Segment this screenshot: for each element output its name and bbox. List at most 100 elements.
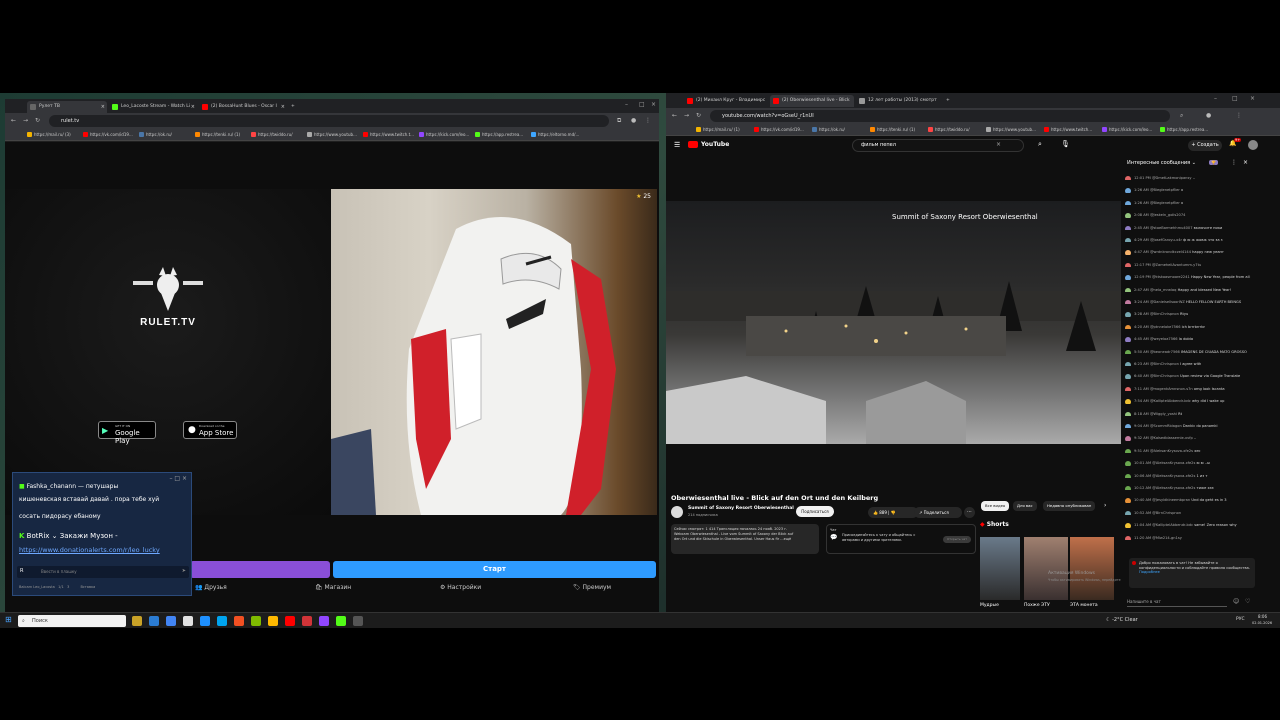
bookmark-item[interactable]: https://tenki.ru/ (1) <box>195 131 240 139</box>
reload-icon[interactable]: ↻ <box>35 115 40 127</box>
send-icon[interactable]: ➤ <box>182 568 186 574</box>
hamburger-icon[interactable]: ☰ <box>674 141 680 149</box>
search-icon[interactable]: ⌕ <box>1038 140 1042 149</box>
bookmark-item[interactable]: https://vk.com/id19... <box>83 131 133 139</box>
minimize-icon[interactable]: – <box>1214 95 1217 102</box>
short-thumb-2[interactable] <box>1024 537 1068 600</box>
bookmark-item[interactable]: https://ok.ru/ <box>812 126 845 134</box>
bookmark-item[interactable]: https://mail.ru/ (1) <box>696 126 740 134</box>
chip-for-you[interactable]: Для вас <box>1013 501 1037 511</box>
popup-window-controls[interactable]: – □ × <box>169 475 187 482</box>
subscribe-button[interactable]: Подписаться <box>796 506 834 517</box>
new-tab-button[interactable]: + <box>944 95 954 107</box>
reload-icon[interactable]: ↻ <box>696 110 701 122</box>
bookmark-item[interactable]: https://www.twitch... <box>1044 126 1092 134</box>
more-vert-icon[interactable]: ⋮ <box>1231 159 1237 166</box>
url-input[interactable]: rulet.tv <box>49 115 609 127</box>
menu-icon[interactable]: ⋮ <box>1236 110 1242 122</box>
message-input[interactable] <box>190 561 330 578</box>
nav-settings[interactable]: ⚙ Настройки <box>440 584 481 591</box>
chat-input[interactable]: Напишите в чат <box>1127 596 1227 607</box>
bookmark-item[interactable]: https://www.youtub... <box>986 126 1036 134</box>
left-tab-1[interactable]: Рулет ТВ × <box>27 101 107 113</box>
back-icon[interactable]: ← <box>672 110 677 122</box>
close-icon[interactable]: × <box>191 101 195 113</box>
forward-icon[interactable]: → <box>23 115 28 127</box>
taskbar-app-icon[interactable] <box>268 616 278 626</box>
bookmark-item[interactable]: https://app.restrea... <box>475 131 523 139</box>
short-title-2[interactable]: Похже ЭТУ <box>1024 603 1050 608</box>
chevron-right-icon[interactable]: › <box>1104 502 1106 509</box>
left-tab-3[interactable]: (2) BossaHunt Blues - Oscar I × <box>199 101 287 113</box>
like-dislike-button[interactable]: 👍 889 | 👎 <box>868 507 918 518</box>
right-tab-2[interactable]: (2) Oberwiesenthal live - Blick <box>770 95 854 107</box>
taskbar-app-icon[interactable] <box>285 616 295 626</box>
more-icon[interactable]: ⋯ <box>964 507 975 518</box>
yt-search-input[interactable]: фильм пепел × <box>852 139 1024 152</box>
webcam-video[interactable]: ★ 25 <box>331 189 657 515</box>
emoji-icon[interactable]: ☺ <box>1233 598 1239 605</box>
right-tab-3[interactable]: 12 лет работы (2013) смотрт <box>856 95 940 107</box>
youtube-video-player[interactable]: Summit of Saxony Resort Oberwiesenthal <box>666 201 1121 444</box>
weather-widget[interactable]: ☾ -2°C Clear <box>1106 617 1138 623</box>
windows-start-icon[interactable]: ⊞ <box>5 615 12 624</box>
taskbar-app-icon[interactable] <box>251 616 261 626</box>
overlay-chat-input[interactable]: R Ввести в плашку ➤ <box>17 566 189 578</box>
youtube-logo-icon[interactable] <box>688 141 698 148</box>
back-icon[interactable]: ← <box>11 115 16 127</box>
short-title-1[interactable]: Мудрые <box>980 603 999 608</box>
google-play-button[interactable]: ▶ GET IT ON Google Play <box>98 421 156 445</box>
open-chat-button[interactable]: Открыть чат <box>942 536 971 543</box>
left-tab-2[interactable]: Leo_Lacostе Stream - Watch Li × <box>109 101 197 113</box>
create-button[interactable]: + Создать <box>1188 140 1222 151</box>
bookmark-item[interactable]: https://tenki.ru/ (1) <box>870 126 915 134</box>
bookmark-item[interactable]: https://mail.ru/ (3) <box>27 131 71 139</box>
channel-avatar[interactable] <box>671 506 683 518</box>
taskbar-app-icon[interactable] <box>353 616 363 626</box>
taskbar-app-icon[interactable] <box>149 616 159 626</box>
start-button[interactable]: Старт <box>333 561 656 578</box>
new-tab-button[interactable]: + <box>289 101 299 113</box>
menu-icon[interactable]: ⋮ <box>645 115 651 127</box>
bookmark-item[interactable]: https://kick.com/leo... <box>419 131 469 139</box>
description-box[interactable]: Сейчас смотрят: 1 414 Трансляция началас… <box>671 524 819 554</box>
maximize-icon[interactable]: □ <box>639 101 645 108</box>
close-icon[interactable]: × <box>281 101 285 113</box>
close-window-icon[interactable]: × <box>651 101 656 108</box>
taskbar-app-icon[interactable] <box>319 616 329 626</box>
minimize-icon[interactable]: – <box>625 101 628 108</box>
close-icon[interactable]: × <box>1243 159 1248 166</box>
bookmark-item[interactable]: https://vk.com/id19... <box>754 126 804 134</box>
taskbar-app-icon[interactable] <box>200 616 210 626</box>
bookmark-item[interactable]: https://ok.ru/ <box>139 131 172 139</box>
extensions-icon[interactable]: ⧉ <box>617 115 621 127</box>
bookmark-item[interactable]: https://twiddo.ru/ <box>251 131 293 139</box>
close-icon[interactable]: × <box>101 101 105 113</box>
bookmark-item[interactable]: https://eltorno.md/... <box>531 131 579 139</box>
taskbar-app-icon[interactable] <box>132 616 142 626</box>
maximize-icon[interactable]: □ <box>1232 95 1238 102</box>
taskbar-app-icon[interactable] <box>166 616 176 626</box>
short-thumb-3[interactable] <box>1070 537 1114 600</box>
bookmark-item[interactable]: https://twiddo.ru/ <box>928 126 970 134</box>
nav-friends[interactable]: 👥 Друзья <box>195 584 227 591</box>
taskbar-app-icon[interactable] <box>217 616 227 626</box>
bookmark-item[interactable]: https://kick.com/leo... <box>1102 126 1152 134</box>
right-tab-1[interactable]: (2) Михаил Круг - Владимирс <box>684 95 768 107</box>
bookmark-item[interactable]: https://www.twitch.t... <box>363 131 414 139</box>
donation-link[interactable]: https://www.donationalerts.com/r/leo_luc… <box>19 546 160 554</box>
profile-icon[interactable]: ● <box>631 115 636 127</box>
language-indicator[interactable]: РУС <box>1236 617 1245 622</box>
profile-icon[interactable]: ● <box>1206 110 1211 122</box>
avatar[interactable] <box>1248 140 1258 150</box>
app-store-button[interactable]: ● Download on the App Store <box>183 421 237 439</box>
bookmark-item[interactable]: https://www.youtub... <box>307 131 357 139</box>
taskbar-app-icon[interactable] <box>183 616 193 626</box>
url-input[interactable]: youtube.com/watch?v=oGseU_r1nUI <box>710 110 1170 122</box>
mic-icon[interactable]: 🎙 <box>1061 140 1070 148</box>
short-thumb-1[interactable] <box>980 537 1020 600</box>
taskbar-app-icon[interactable] <box>302 616 312 626</box>
channel-name[interactable]: Summit of Saxony Resort Oberwiesenthal <box>688 506 794 511</box>
chat-filter-dropdown[interactable]: Интересные сообщения ⌄ <box>1127 160 1196 166</box>
bookmark-item[interactable]: https://app.restrea... <box>1160 126 1208 134</box>
